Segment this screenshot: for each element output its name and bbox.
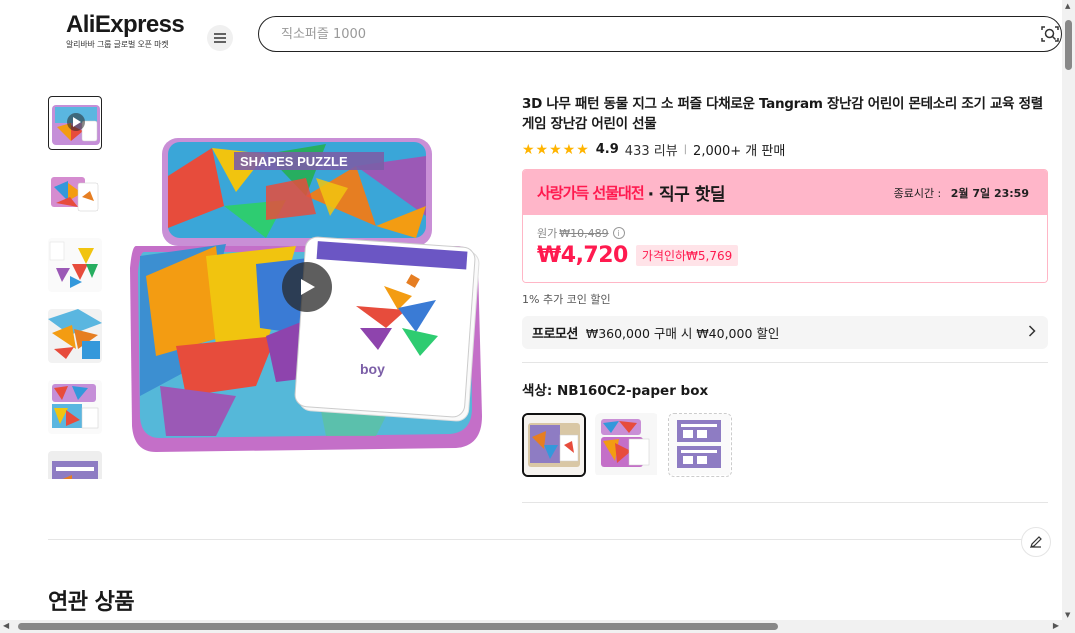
deal-time-label: 종료시간 : bbox=[893, 187, 942, 200]
coin-discount-note: 1% 추가 코인 할인 bbox=[522, 293, 611, 306]
deal-name-text: 직구 핫딜 bbox=[659, 185, 725, 205]
original-price: ₩10,489 bbox=[559, 226, 609, 240]
search-input[interactable] bbox=[281, 25, 981, 43]
scroll-left-icon[interactable]: ◀ bbox=[3, 621, 9, 630]
divider bbox=[522, 502, 1048, 503]
divider bbox=[522, 362, 1048, 363]
related-products-title: 연관 상품 bbox=[48, 590, 135, 615]
header: AliExpress 알리바바 그룹 글로벌 오픈 마켓 bbox=[0, 0, 1062, 66]
thumbnail-2[interactable] bbox=[48, 167, 102, 221]
play-icon bbox=[301, 279, 315, 295]
rating-row: ★★★★★ 4.9 433 리뷰 | 2,000+ 개 판매 bbox=[522, 140, 1048, 160]
separator: | bbox=[683, 144, 688, 155]
price-row: ₩4,720 가격인하₩5,769 bbox=[537, 243, 1033, 268]
thumbnail-video[interactable] bbox=[48, 96, 102, 150]
section-divider bbox=[48, 539, 1048, 540]
reviews-link[interactable]: 433 리뷰 bbox=[625, 140, 678, 159]
sold-count: 2,000+ 개 판매 bbox=[693, 144, 786, 159]
deal-name: · 직구 핫딜 bbox=[647, 185, 726, 205]
tin-label: SHAPES PUZZLE bbox=[240, 154, 348, 169]
thumbnail-5[interactable] bbox=[48, 380, 102, 434]
deal-time-value: 2월 7일 23:59 bbox=[950, 187, 1029, 200]
deal-banner: 사랑가득 선물대전 · 직구 핫딜 종료시간 : 2월 7일 23:59 bbox=[523, 170, 1047, 215]
rating-stars-icon: ★★★★★ bbox=[522, 141, 590, 158]
scroll-down-icon[interactable]: ▼ bbox=[1065, 611, 1070, 619]
card-word: boy bbox=[360, 361, 385, 377]
vertical-scrollbar[interactable]: ▲ ▼ bbox=[1062, 0, 1075, 633]
logo-subtitle: 알리바바 그룹 글로벌 오픈 마켓 bbox=[66, 40, 169, 49]
chevron-right-icon bbox=[1028, 325, 1036, 337]
swatch-paper-box[interactable] bbox=[522, 413, 586, 477]
rating-score: 4.9 bbox=[595, 142, 619, 157]
play-video-button[interactable] bbox=[282, 262, 332, 312]
scroll-up-icon[interactable]: ▲ bbox=[1065, 2, 1070, 10]
swatch-tin-box[interactable] bbox=[595, 413, 659, 477]
vertical-scroll-thumb[interactable] bbox=[1065, 20, 1072, 70]
menu-button[interactable] bbox=[207, 25, 233, 51]
swatch-box-set[interactable] bbox=[668, 413, 732, 477]
search-bar[interactable] bbox=[258, 16, 1062, 52]
horizontal-scrollbar[interactable]: ◀ ▶ bbox=[0, 620, 1062, 633]
promotion-row[interactable]: 프로모션 ₩360,000 구매 시 ₩40,000 할인 bbox=[522, 316, 1048, 349]
product-title: 3D 나무 패턴 동물 지그 소 퍼즐 다채로운 Tangram 장난감 어린이… bbox=[522, 96, 1043, 132]
image-search-icon[interactable] bbox=[1040, 24, 1060, 44]
price-box: 사랑가득 선물대전 · 직구 핫딜 종료시간 : 2월 7일 23:59 원가 … bbox=[522, 169, 1048, 283]
horizontal-scroll-thumb[interactable] bbox=[18, 623, 778, 630]
deal-brand: 사랑가득 선물대전 bbox=[537, 184, 645, 202]
main-product-image[interactable]: SHAPES PUZZLE boy bbox=[116, 96, 498, 479]
color-swatches bbox=[522, 413, 1048, 477]
original-price-row: 원가 ₩10,489 i bbox=[537, 225, 1033, 241]
aliexpress-logo[interactable]: AliExpress 알리바바 그룹 글로벌 오픈 마켓 bbox=[66, 12, 190, 50]
thumbnail-4[interactable] bbox=[48, 309, 102, 363]
feedback-button[interactable] bbox=[1021, 527, 1051, 557]
info-icon[interactable]: i bbox=[612, 227, 625, 239]
sale-price: ₩4,720 bbox=[537, 243, 628, 268]
color-label: 색상: NB160C2-paper box bbox=[522, 383, 709, 399]
pencil-icon bbox=[1030, 536, 1042, 548]
original-label: 원가 bbox=[537, 227, 558, 240]
deal-end-time: 종료시간 : 2월 7일 23:59 bbox=[894, 185, 1029, 201]
thumbnail-3[interactable] bbox=[48, 238, 102, 292]
discount-badge: 가격인하₩5,769 bbox=[635, 245, 739, 266]
logo-text: AliExpress bbox=[66, 11, 185, 38]
price-area: 원가 ₩10,489 i ₩4,720 가격인하₩5,769 bbox=[523, 215, 1047, 282]
promo-label: 프로모션 bbox=[532, 327, 578, 342]
scroll-right-icon[interactable]: ▶ bbox=[1053, 621, 1059, 630]
thumbnail-6[interactable] bbox=[48, 451, 102, 479]
product-info: 3D 나무 패턴 동물 지그 소 퍼즐 다채로운 Tangram 장난감 어린이… bbox=[522, 94, 1048, 503]
thumbnail-list bbox=[48, 96, 102, 479]
promo-text: ₩360,000 구매 시 ₩40,000 할인 bbox=[585, 326, 780, 341]
hamburger-icon bbox=[214, 33, 226, 43]
